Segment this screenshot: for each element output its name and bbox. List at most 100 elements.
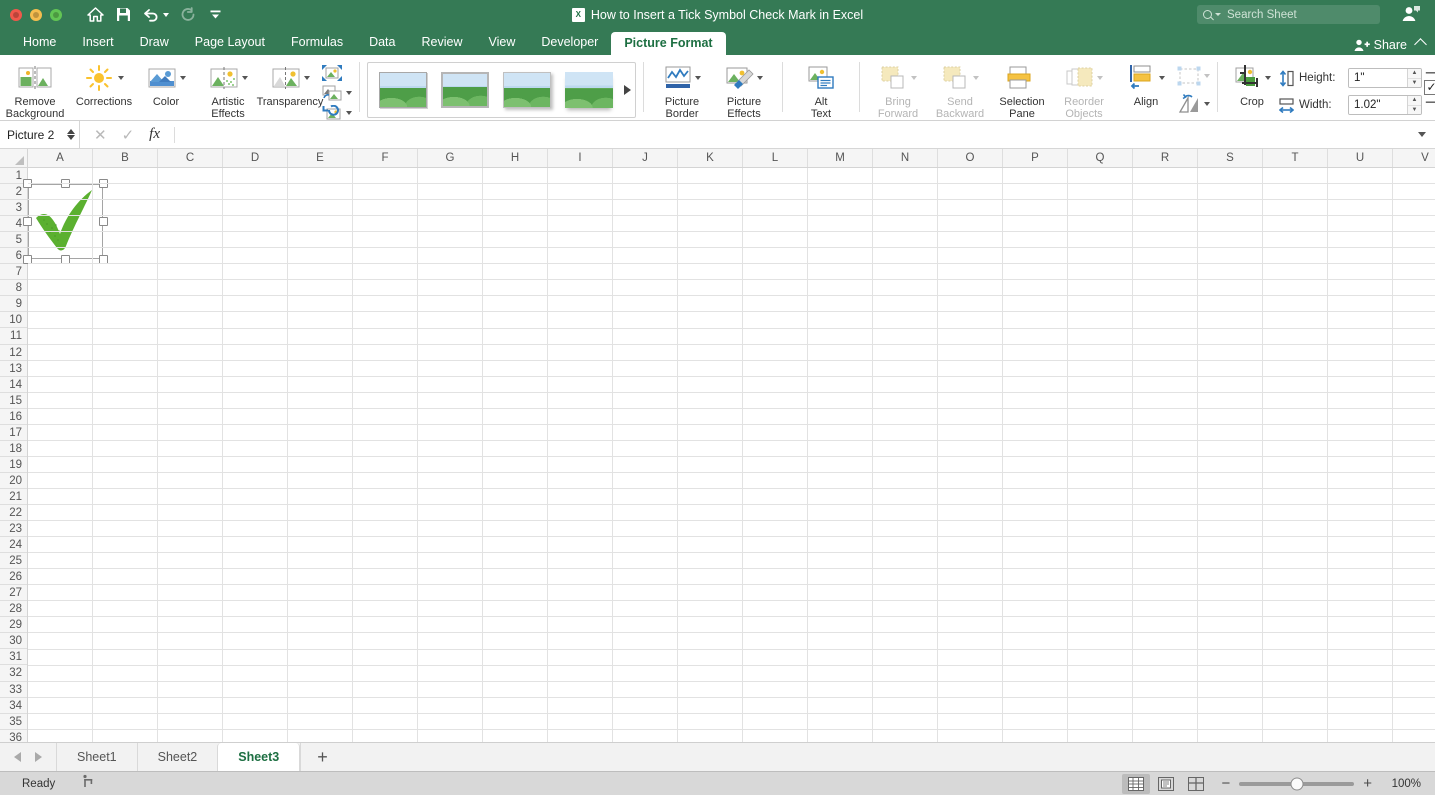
resize-handle-e[interactable]	[99, 217, 108, 226]
zoom-window-button[interactable]	[50, 8, 62, 21]
column-header-T[interactable]: T	[1263, 149, 1328, 167]
grid-cells[interactable]	[23, 168, 1435, 742]
undo-icon[interactable]	[138, 3, 164, 27]
reset-picture-dropdown-icon[interactable]	[346, 110, 352, 115]
row-header-34[interactable]: 34	[0, 697, 27, 714]
resize-handle-w[interactable]	[23, 217, 32, 226]
row-header-21[interactable]: 21	[0, 488, 27, 505]
height-input[interactable]	[1349, 69, 1407, 87]
row-header-30[interactable]: 30	[0, 633, 27, 650]
send-backward-dropdown-icon[interactable]	[973, 76, 979, 80]
row-header-23[interactable]: 23	[0, 521, 27, 538]
width-input-wrap[interactable]: ▲ ▼	[1348, 95, 1422, 115]
row-header-24[interactable]: 24	[0, 537, 27, 554]
send-backward-button[interactable]: Send Backward	[929, 59, 991, 120]
column-header-K[interactable]: K	[678, 149, 743, 167]
column-header-O[interactable]: O	[938, 149, 1003, 167]
undo-dropdown-icon[interactable]	[163, 12, 169, 17]
column-header-L[interactable]: L	[743, 149, 808, 167]
column-header-I[interactable]: I	[548, 149, 613, 167]
width-input[interactable]	[1349, 96, 1407, 114]
search-scope-chevron-icon[interactable]	[1215, 13, 1221, 16]
formula-input[interactable]	[174, 127, 1418, 142]
row-header-9[interactable]: 9	[0, 296, 27, 313]
artistic-effects-dropdown-icon[interactable]	[242, 76, 248, 80]
height-stepper[interactable]: ▲ ▼	[1407, 69, 1421, 87]
close-window-button[interactable]	[10, 8, 22, 21]
change-picture-button[interactable]	[321, 83, 352, 102]
reorder-objects-dropdown-icon[interactable]	[1097, 76, 1103, 80]
row-header-22[interactable]: 22	[0, 504, 27, 522]
enter-icon[interactable]: ✓	[122, 126, 135, 144]
reorder-objects-button[interactable]: Reorder Objects	[1053, 59, 1115, 120]
zoom-slider[interactable]	[1239, 777, 1355, 790]
save-icon[interactable]	[110, 3, 136, 27]
row-header-14[interactable]: 14	[0, 376, 27, 393]
rotate-dropdown-icon[interactable]	[1204, 101, 1210, 106]
height-input-wrap[interactable]: ▲ ▼	[1348, 68, 1422, 88]
lock-aspect-ratio-control[interactable]: ✓	[1424, 59, 1435, 115]
account-icon[interactable]	[1401, 4, 1421, 29]
column-header-V[interactable]: V	[1393, 149, 1435, 167]
picture-effects-button[interactable]: Picture Effects	[713, 59, 775, 120]
gallery-more-icon[interactable]	[624, 85, 631, 95]
rotate-button[interactable]	[1177, 93, 1210, 113]
row-header-29[interactable]: 29	[0, 617, 27, 634]
lock-aspect-checkbox[interactable]: ✓	[1424, 79, 1435, 95]
column-header-G[interactable]: G	[418, 149, 483, 167]
tab-page-layout[interactable]: Page Layout	[182, 29, 278, 55]
accessibility-checker-icon[interactable]	[81, 774, 96, 794]
row-header-10[interactable]: 10	[0, 312, 27, 329]
reset-picture-button[interactable]	[321, 103, 352, 122]
column-header-S[interactable]: S	[1198, 149, 1263, 167]
group-objects-dropdown-icon[interactable]	[1204, 73, 1210, 78]
select-all-corner[interactable]	[0, 149, 28, 167]
picture-style-reflected-rounded[interactable]	[563, 70, 615, 110]
bring-forward-button[interactable]: Bring Forward	[867, 59, 929, 120]
redo-icon[interactable]	[174, 3, 200, 27]
column-header-H[interactable]: H	[483, 149, 548, 167]
sheet-tab-sheet3[interactable]: Sheet3	[217, 743, 301, 771]
row-header-20[interactable]: 20	[0, 472, 27, 489]
picture-style-beveled-matte[interactable]	[439, 70, 491, 110]
sheet-tab-sheet1[interactable]: Sheet1	[56, 743, 137, 771]
row-header-36[interactable]: 36	[0, 729, 27, 742]
row-header-28[interactable]: 28	[0, 601, 27, 618]
row-header-19[interactable]: 19	[0, 456, 27, 473]
page-layout-view-button[interactable]	[1152, 774, 1180, 794]
tab-home[interactable]: Home	[10, 29, 69, 55]
picture-effects-dropdown-icon[interactable]	[757, 76, 763, 80]
column-header-R[interactable]: R	[1133, 149, 1198, 167]
column-header-D[interactable]: D	[223, 149, 288, 167]
name-box-dropdown-icon[interactable]	[67, 129, 75, 140]
width-stepper-up[interactable]: ▲	[1408, 96, 1421, 106]
tab-insert[interactable]: Insert	[69, 29, 126, 55]
tab-view[interactable]: View	[475, 29, 528, 55]
crop-button[interactable]: Crop	[1225, 59, 1279, 109]
picture-style-simple-frame[interactable]	[377, 70, 429, 110]
column-header-J[interactable]: J	[613, 149, 678, 167]
row-header-18[interactable]: 18	[0, 440, 27, 457]
row-header-15[interactable]: 15	[0, 392, 27, 409]
compress-pictures-button[interactable]	[321, 63, 352, 82]
corrections-dropdown-icon[interactable]	[118, 76, 124, 80]
color-dropdown-icon[interactable]	[180, 76, 186, 80]
picture-styles-gallery[interactable]	[367, 62, 636, 118]
row-header-3[interactable]: 3	[0, 200, 27, 217]
column-header-A[interactable]: A	[28, 149, 93, 167]
minimize-window-button[interactable]	[30, 8, 42, 21]
next-sheet-icon[interactable]	[35, 752, 42, 762]
share-button[interactable]: Share	[1354, 38, 1407, 52]
picture-border-button[interactable]: Picture Border	[651, 59, 713, 120]
column-header-P[interactable]: P	[1003, 149, 1068, 167]
search-sheet-box[interactable]	[1197, 5, 1381, 24]
column-header-C[interactable]: C	[158, 149, 223, 167]
align-dropdown-icon[interactable]	[1159, 76, 1165, 80]
sheet-tab-sheet2[interactable]: Sheet2	[136, 743, 218, 771]
page-break-preview-button[interactable]	[1182, 774, 1210, 794]
row-header-8[interactable]: 8	[0, 280, 27, 297]
customize-toolbar-icon[interactable]	[202, 3, 228, 27]
column-header-E[interactable]: E	[288, 149, 353, 167]
row-header-27[interactable]: 27	[0, 585, 27, 602]
column-header-F[interactable]: F	[353, 149, 418, 167]
